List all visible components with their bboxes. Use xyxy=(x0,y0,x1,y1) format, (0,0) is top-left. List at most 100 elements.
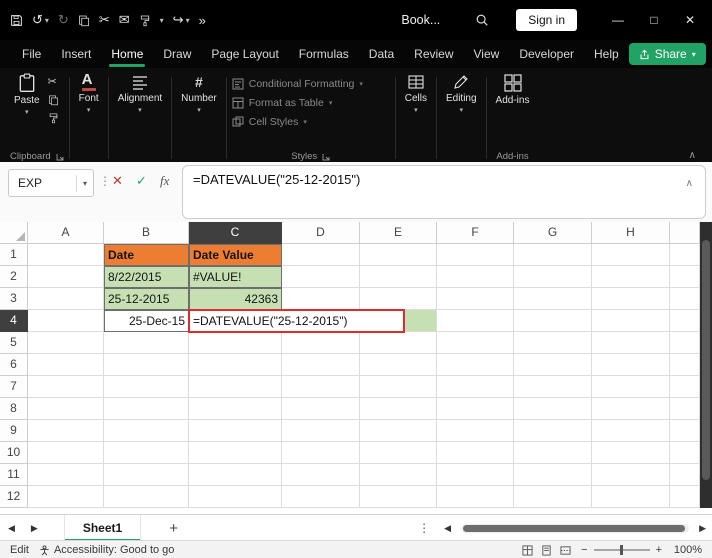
tab-review[interactable]: Review xyxy=(404,40,463,68)
cell-C3[interactable]: 42363 xyxy=(189,288,282,310)
sheet-tab-sheet1[interactable]: Sheet1 xyxy=(63,515,142,541)
cell-I4[interactable] xyxy=(670,310,700,332)
cell-G12[interactable] xyxy=(514,486,592,508)
copy-button-ribbon[interactable] xyxy=(48,93,59,106)
row-header-8[interactable]: 8 xyxy=(0,398,28,420)
addins-button[interactable]: Add-ins xyxy=(492,71,534,108)
cell-A9[interactable] xyxy=(28,420,104,442)
cell-F5[interactable] xyxy=(437,332,514,354)
sheet-bar-options-icon[interactable]: ⋮ xyxy=(412,521,436,535)
cell-F9[interactable] xyxy=(437,420,514,442)
collapse-ribbon-icon[interactable]: ∧ xyxy=(689,150,696,161)
cell-C12[interactable] xyxy=(189,486,282,508)
zoom-in-button[interactable]: + xyxy=(656,544,662,556)
cell-D9[interactable] xyxy=(282,420,360,442)
column-header-A[interactable]: A xyxy=(28,222,104,244)
cell-B9[interactable] xyxy=(104,420,189,442)
cell-E7[interactable] xyxy=(360,376,437,398)
cell-G3[interactable] xyxy=(514,288,592,310)
cell-D6[interactable] xyxy=(282,354,360,376)
cell-I11[interactable] xyxy=(670,464,700,486)
redo-alt-button[interactable]: ↪ ▾ xyxy=(173,12,190,28)
cell-D10[interactable] xyxy=(282,442,360,464)
cell-F12[interactable] xyxy=(437,486,514,508)
tab-draw[interactable]: Draw xyxy=(153,40,201,68)
column-header-partial[interactable] xyxy=(670,222,700,244)
row-header-2[interactable]: 2 xyxy=(0,266,28,288)
close-button[interactable]: ✕ xyxy=(672,0,708,40)
cell-A2[interactable] xyxy=(28,266,104,288)
row-header-11[interactable]: 11 xyxy=(0,464,28,486)
tab-insert[interactable]: Insert xyxy=(51,40,101,68)
cell-F6[interactable] xyxy=(437,354,514,376)
cells-button[interactable]: Cells ▾ xyxy=(401,71,431,116)
zoom-percentage[interactable]: 100% xyxy=(672,544,702,556)
format-painter-button[interactable] xyxy=(139,14,151,27)
font-button[interactable]: A Font ▾ xyxy=(75,71,103,116)
cell-A7[interactable] xyxy=(28,376,104,398)
cell-E6[interactable] xyxy=(360,354,437,376)
vertical-scrollbar-thumb[interactable] xyxy=(702,240,710,480)
cell-B4[interactable]: 25-Dec-15 xyxy=(104,310,189,332)
cell-E10[interactable] xyxy=(360,442,437,464)
normal-view-icon[interactable] xyxy=(522,544,533,556)
cell-H12[interactable] xyxy=(592,486,670,508)
cell-D8[interactable] xyxy=(282,398,360,420)
cancel-entry-button[interactable]: ✕ xyxy=(112,173,123,189)
row-header-4[interactable]: 4 xyxy=(0,310,28,332)
add-sheet-button[interactable]: + xyxy=(155,520,192,537)
cell-B3[interactable]: 25-12-2015 xyxy=(104,288,189,310)
cell-G7[interactable] xyxy=(514,376,592,398)
cell-F1[interactable] xyxy=(437,244,514,266)
hscroll-left-icon[interactable]: ◀ xyxy=(436,523,459,534)
cell-G6[interactable] xyxy=(514,354,592,376)
collapse-formula-bar-icon[interactable]: ∧ xyxy=(686,178,693,189)
cell-D12[interactable] xyxy=(282,486,360,508)
cell-A8[interactable] xyxy=(28,398,104,420)
cell-D7[interactable] xyxy=(282,376,360,398)
cell-I2[interactable] xyxy=(670,266,700,288)
zoom-out-button[interactable]: − xyxy=(581,544,587,556)
cell-I6[interactable] xyxy=(670,354,700,376)
cell-C8[interactable] xyxy=(189,398,282,420)
cell-F4[interactable] xyxy=(437,310,514,332)
tab-home[interactable]: Home xyxy=(101,40,153,68)
cell-D1[interactable] xyxy=(282,244,360,266)
paste-button[interactable]: Paste ▾ xyxy=(10,71,44,124)
cell-H8[interactable] xyxy=(592,398,670,420)
cell-B12[interactable] xyxy=(104,486,189,508)
cell-A3[interactable] xyxy=(28,288,104,310)
search-button[interactable] xyxy=(475,13,489,27)
row-header-9[interactable]: 9 xyxy=(0,420,28,442)
row-header-5[interactable]: 5 xyxy=(0,332,28,354)
horizontal-scrollbar[interactable] xyxy=(461,523,690,533)
cell-B10[interactable] xyxy=(104,442,189,464)
cell-E11[interactable] xyxy=(360,464,437,486)
sheet-nav-left-icon[interactable]: ◀ xyxy=(0,523,23,534)
cell-G8[interactable] xyxy=(514,398,592,420)
cell-H2[interactable] xyxy=(592,266,670,288)
minimize-button[interactable]: — xyxy=(600,0,636,40)
cell-A10[interactable] xyxy=(28,442,104,464)
cell-G9[interactable] xyxy=(514,420,592,442)
styles-dialog-launcher[interactable] xyxy=(322,153,330,161)
cell-I3[interactable] xyxy=(670,288,700,310)
row-header-3[interactable]: 3 xyxy=(0,288,28,310)
cell-H5[interactable] xyxy=(592,332,670,354)
cell-F8[interactable] xyxy=(437,398,514,420)
cell-D11[interactable] xyxy=(282,464,360,486)
undo-button[interactable]: ↺ ▾ xyxy=(32,12,49,28)
column-header-G[interactable]: G xyxy=(514,222,592,244)
cell-E1[interactable] xyxy=(360,244,437,266)
cell-G10[interactable] xyxy=(514,442,592,464)
editing-button[interactable]: Editing ▾ xyxy=(442,71,481,116)
cell-G1[interactable] xyxy=(514,244,592,266)
column-header-H[interactable]: H xyxy=(592,222,670,244)
tab-view[interactable]: View xyxy=(464,40,510,68)
redo-button[interactable]: ↻ xyxy=(58,12,69,28)
page-break-view-icon[interactable] xyxy=(560,545,571,556)
column-header-F[interactable]: F xyxy=(437,222,514,244)
cell-I10[interactable] xyxy=(670,442,700,464)
tab-data[interactable]: Data xyxy=(359,40,404,68)
cell-C6[interactable] xyxy=(189,354,282,376)
